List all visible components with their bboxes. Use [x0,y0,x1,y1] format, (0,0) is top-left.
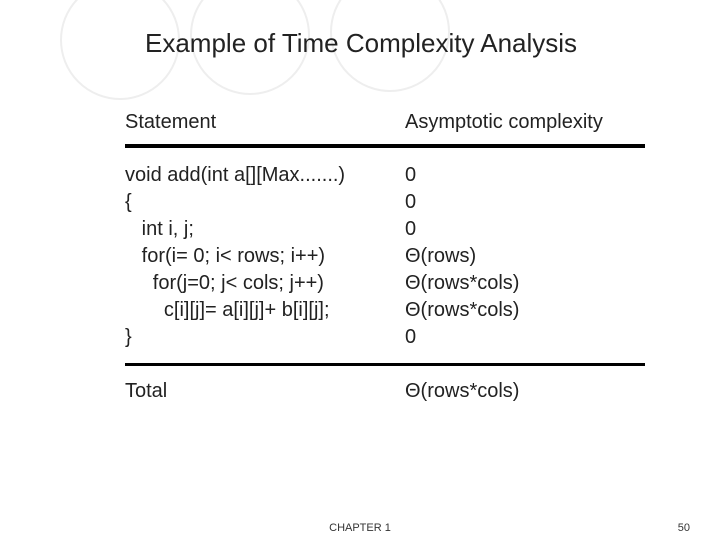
table-row: { 0 [125,189,645,216]
table-header-row: Statement Asymptotic complexity [125,109,645,136]
table-row: c[i][j]= a[i][j]+ b[i][j]; Θ(rows*cols) [125,297,645,324]
total-row: Total Θ(rows*cols) [125,378,645,405]
table-row: void add(int a[][Max.......) 0 [125,162,645,189]
stmt-cell: { [125,189,405,216]
header-complexity: Asymptotic complexity [405,109,645,136]
comp-cell: 0 [405,189,645,216]
stmt-cell: } [125,324,405,351]
header-statement: Statement [125,109,405,136]
comp-cell: 0 [405,162,645,189]
comp-cell: Θ(rows*cols) [405,297,645,324]
stmt-cell: c[i][j]= a[i][j]+ b[i][j]; [125,297,405,324]
total-value: Θ(rows*cols) [405,378,645,405]
code-block: void add(int a[][Max.......) 0 { 0 int i… [125,162,645,351]
slide-title: Example of Time Complexity Analysis [0,0,720,59]
footer-page: 50 [678,522,690,534]
comp-cell: 0 [405,216,645,243]
footer-chapter: CHAPTER 1 [329,522,391,534]
complexity-table: Statement Asymptotic complexity void add… [125,109,645,405]
comp-cell: 0 [405,324,645,351]
comp-cell: Θ(rows*cols) [405,270,645,297]
table-row: } 0 [125,324,645,351]
total-label: Total [125,378,405,405]
divider [125,363,645,366]
stmt-cell: for(i= 0; i< rows; i++) [125,243,405,270]
table-row: for(j=0; j< cols; j++) Θ(rows*cols) [125,270,645,297]
stmt-cell: void add(int a[][Max.......) [125,162,405,189]
comp-cell: Θ(rows) [405,243,645,270]
stmt-cell: int i, j; [125,216,405,243]
divider [125,144,645,148]
table-row: int i, j; 0 [125,216,645,243]
stmt-cell: for(j=0; j< cols; j++) [125,270,405,297]
table-row: for(i= 0; i< rows; i++) Θ(rows) [125,243,645,270]
